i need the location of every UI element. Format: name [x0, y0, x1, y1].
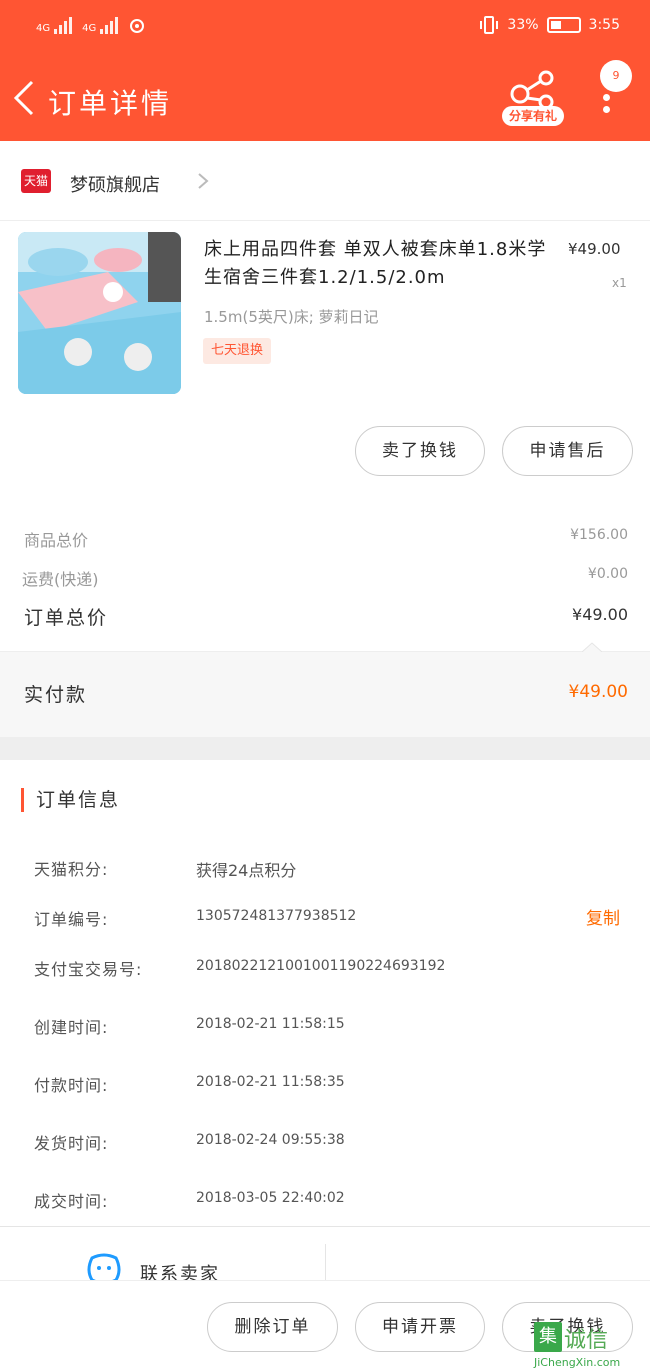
tmall-logo-icon: 天猫: [21, 169, 51, 193]
paid-block: 实付款 ¥49.00: [0, 642, 650, 737]
goods-total-label: 商品总价: [24, 531, 89, 550]
paid-time: 2018-02-21 11:58:35: [196, 1074, 345, 1090]
battery-percent: 33%: [507, 17, 539, 33]
info-row-label: 创建时间:: [34, 1018, 109, 1037]
sim1-label: 4G: [36, 23, 51, 34]
shipping-value: ¥0.00: [587, 566, 628, 582]
app-header: 4G 4G 33% 3:55 订单详情 分享有礼 9: [0, 0, 650, 141]
section-gap: [0, 737, 650, 760]
pointer-arrow-icon: [582, 642, 602, 652]
divider: [0, 1226, 650, 1227]
netease-icon: [130, 19, 145, 33]
info-row-label: 订单编号:: [34, 910, 109, 929]
back-chevron-icon[interactable]: [10, 78, 38, 118]
sim2-label: 4G: [82, 23, 97, 34]
created-time: 2018-02-21 11:58:15: [196, 1016, 345, 1032]
info-row-value: 获得24点积分: [196, 861, 297, 880]
order-total-value: ¥49.00: [572, 605, 628, 624]
goods-total-value: ¥156.00: [570, 527, 628, 543]
info-row-label: 成交时间:: [34, 1192, 109, 1211]
product-image[interactable]: [18, 232, 181, 394]
vertical-separator: [325, 1244, 326, 1284]
status-bar: 4G 4G 33% 3:55: [0, 0, 650, 54]
vibrate-icon: [480, 16, 499, 34]
more-dot-icon: [603, 106, 610, 113]
after-sale-button[interactable]: 申请售后: [502, 426, 633, 476]
shop-row[interactable]: 天猫 梦硕旗舰店: [0, 141, 650, 221]
completed-time: 2018-03-05 22:40:02: [196, 1190, 345, 1206]
watermark-text: 诚信: [564, 1328, 609, 1353]
info-row-label: 发货时间:: [34, 1134, 109, 1153]
shop-name: 梦硕旗舰店: [70, 175, 160, 196]
info-row-label: 付款时间:: [34, 1076, 109, 1095]
product-title[interactable]: 床上用品四件套 单双人被套床单1.8米学生宿舍三件套1.2/1.5/2.0m: [204, 236, 554, 292]
more-menu-button[interactable]: 9: [596, 60, 636, 120]
clock: 3:55: [588, 17, 620, 33]
alipay-trade-number: 2018022121001001190224693192: [196, 958, 446, 974]
message-badge: 9: [600, 60, 632, 92]
share-label: 分享有礼: [502, 106, 564, 126]
sell-for-cash-button[interactable]: 卖了换钱: [355, 426, 485, 476]
paid-label: 实付款: [24, 684, 88, 706]
chevron-right-icon: [198, 173, 209, 189]
site-watermark: 集 诚信 JiChengXin.com: [534, 1322, 650, 1372]
battery-icon: [546, 17, 581, 33]
shipped-time: 2018-02-24 09:55:38: [196, 1132, 345, 1148]
info-row-label: 支付宝交易号:: [34, 960, 143, 979]
order-total-label: 订单总价: [24, 607, 109, 629]
request-invoice-button[interactable]: 申请开票: [355, 1302, 485, 1352]
info-row-label: 天猫积分:: [34, 860, 109, 879]
product-sku: 1.5m(5英尺)床; 萝莉日记: [204, 308, 379, 326]
signal-icon-2: 4G: [82, 17, 119, 34]
signal-icon: 4G: [36, 17, 73, 34]
paid-value: ¥49.00: [568, 682, 628, 702]
watermark-badge: 集: [534, 1322, 562, 1352]
order-number: 130572481377938512: [196, 908, 357, 924]
share-button[interactable]: 分享有礼: [502, 70, 564, 128]
share-icon: [510, 70, 554, 110]
page-title: 订单详情: [48, 87, 173, 120]
shipping-label: 运费(快递): [22, 570, 99, 589]
quantity: x1: [612, 276, 627, 290]
copy-order-number-button[interactable]: 复制: [586, 904, 620, 929]
watermark-url: JiChengXin.com: [534, 1356, 621, 1369]
more-dot-icon: [603, 94, 610, 101]
order-info-title: 订单信息: [21, 788, 120, 812]
bedding-thumbnail: [18, 232, 181, 394]
unit-price: ¥49.00: [568, 240, 621, 258]
return-policy-tag: 七天退换: [203, 338, 272, 364]
delete-order-button[interactable]: 删除订单: [207, 1302, 338, 1352]
